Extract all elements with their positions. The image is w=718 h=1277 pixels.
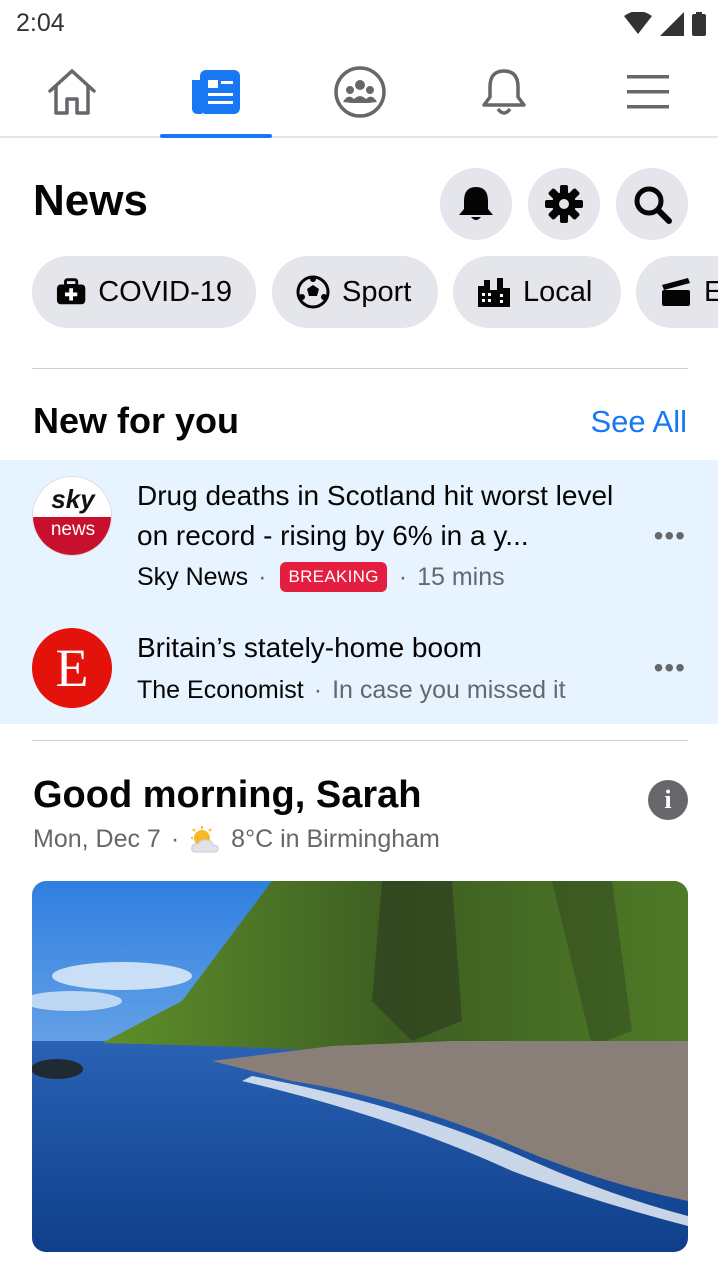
page-title: News — [33, 176, 148, 225]
menu-icon — [627, 75, 669, 109]
economist-logo: E — [32, 628, 112, 708]
battery-icon — [692, 12, 706, 36]
see-all-link[interactable]: See All — [590, 404, 687, 440]
more-options-button[interactable]: ••• — [654, 652, 686, 684]
article-source: Sky News — [137, 562, 249, 591]
tab-news[interactable] — [160, 48, 272, 138]
greeting-title: Good morning, Sarah — [33, 774, 422, 816]
article-source: The Economist — [137, 676, 304, 704]
chip-covid-19[interactable]: COVID-19 — [32, 256, 256, 328]
medical-kit-icon — [56, 278, 86, 305]
search-button[interactable] — [616, 168, 688, 240]
tab-home[interactable] — [16, 48, 128, 136]
notifications-button[interactable] — [440, 168, 512, 240]
home-icon — [48, 69, 96, 115]
status-time: 2:04 — [16, 9, 65, 37]
search-icon — [634, 186, 672, 224]
chip-label: E — [704, 275, 718, 308]
divider — [32, 368, 688, 369]
chip-entertainment[interactable]: E — [636, 256, 718, 328]
clapperboard-icon — [662, 278, 690, 306]
chip-sport[interactable]: Sport — [272, 256, 438, 328]
chip-label: Local — [523, 275, 593, 308]
tab-notifications[interactable] — [448, 48, 560, 136]
more-options-button[interactable]: ••• — [654, 520, 686, 552]
partly-sunny-icon — [191, 825, 219, 852]
tab-groups[interactable] — [304, 48, 416, 136]
sky-news-logo: sky news — [32, 476, 112, 556]
article-time: 15 mins — [417, 562, 505, 591]
city-icon — [478, 278, 510, 307]
top-nav — [0, 48, 718, 138]
gear-icon — [545, 185, 583, 223]
signal-icon — [660, 12, 684, 36]
topic-chips: COVID-19 Sport Local E — [32, 256, 718, 328]
notifications-icon — [482, 69, 526, 115]
weather-text: 8°C in Birmingham — [231, 825, 440, 853]
article-meta: Sky News · BREAKING · 15 mins — [137, 562, 505, 592]
wifi-icon — [624, 12, 652, 34]
bell-icon — [459, 187, 493, 220]
info-button[interactable]: i — [648, 780, 688, 820]
news-feed-icon — [192, 70, 240, 114]
info-icon: i — [664, 785, 672, 814]
breaking-badge: BREAKING — [280, 562, 387, 592]
section-title-new-for-you: New for you — [33, 400, 240, 441]
article-note: In case you missed it — [332, 676, 566, 704]
article-meta: The Economist · In case you missed it — [137, 676, 566, 704]
chip-local[interactable]: Local — [453, 256, 621, 328]
coastal-landscape-image — [32, 881, 688, 1252]
football-icon — [296, 275, 330, 309]
article-headline: Britain’s stately-home boom — [137, 632, 482, 663]
new-for-you-list: sky news Drug deaths in Scotland hit wor… — [0, 460, 718, 724]
article-headline: Drug deaths in Scotland hit worst level … — [137, 480, 614, 551]
date-text: Mon, Dec 7 — [33, 825, 161, 853]
divider — [32, 740, 688, 741]
list-item[interactable]: sky news Drug deaths in Scotland hit wor… — [0, 460, 718, 610]
tab-menu[interactable] — [592, 48, 704, 136]
date-weather: Mon, Dec 7 · 8°C in Birmingham — [33, 825, 440, 853]
list-item[interactable]: E Britain’s stately-home boom The Econom… — [0, 610, 718, 724]
settings-button[interactable] — [528, 168, 600, 240]
hero-image[interactable] — [32, 881, 688, 1252]
groups-icon — [334, 66, 386, 118]
status-bar: 2:04 — [0, 0, 718, 48]
chip-label: Sport — [342, 275, 412, 308]
chip-label: COVID-19 — [98, 275, 232, 308]
